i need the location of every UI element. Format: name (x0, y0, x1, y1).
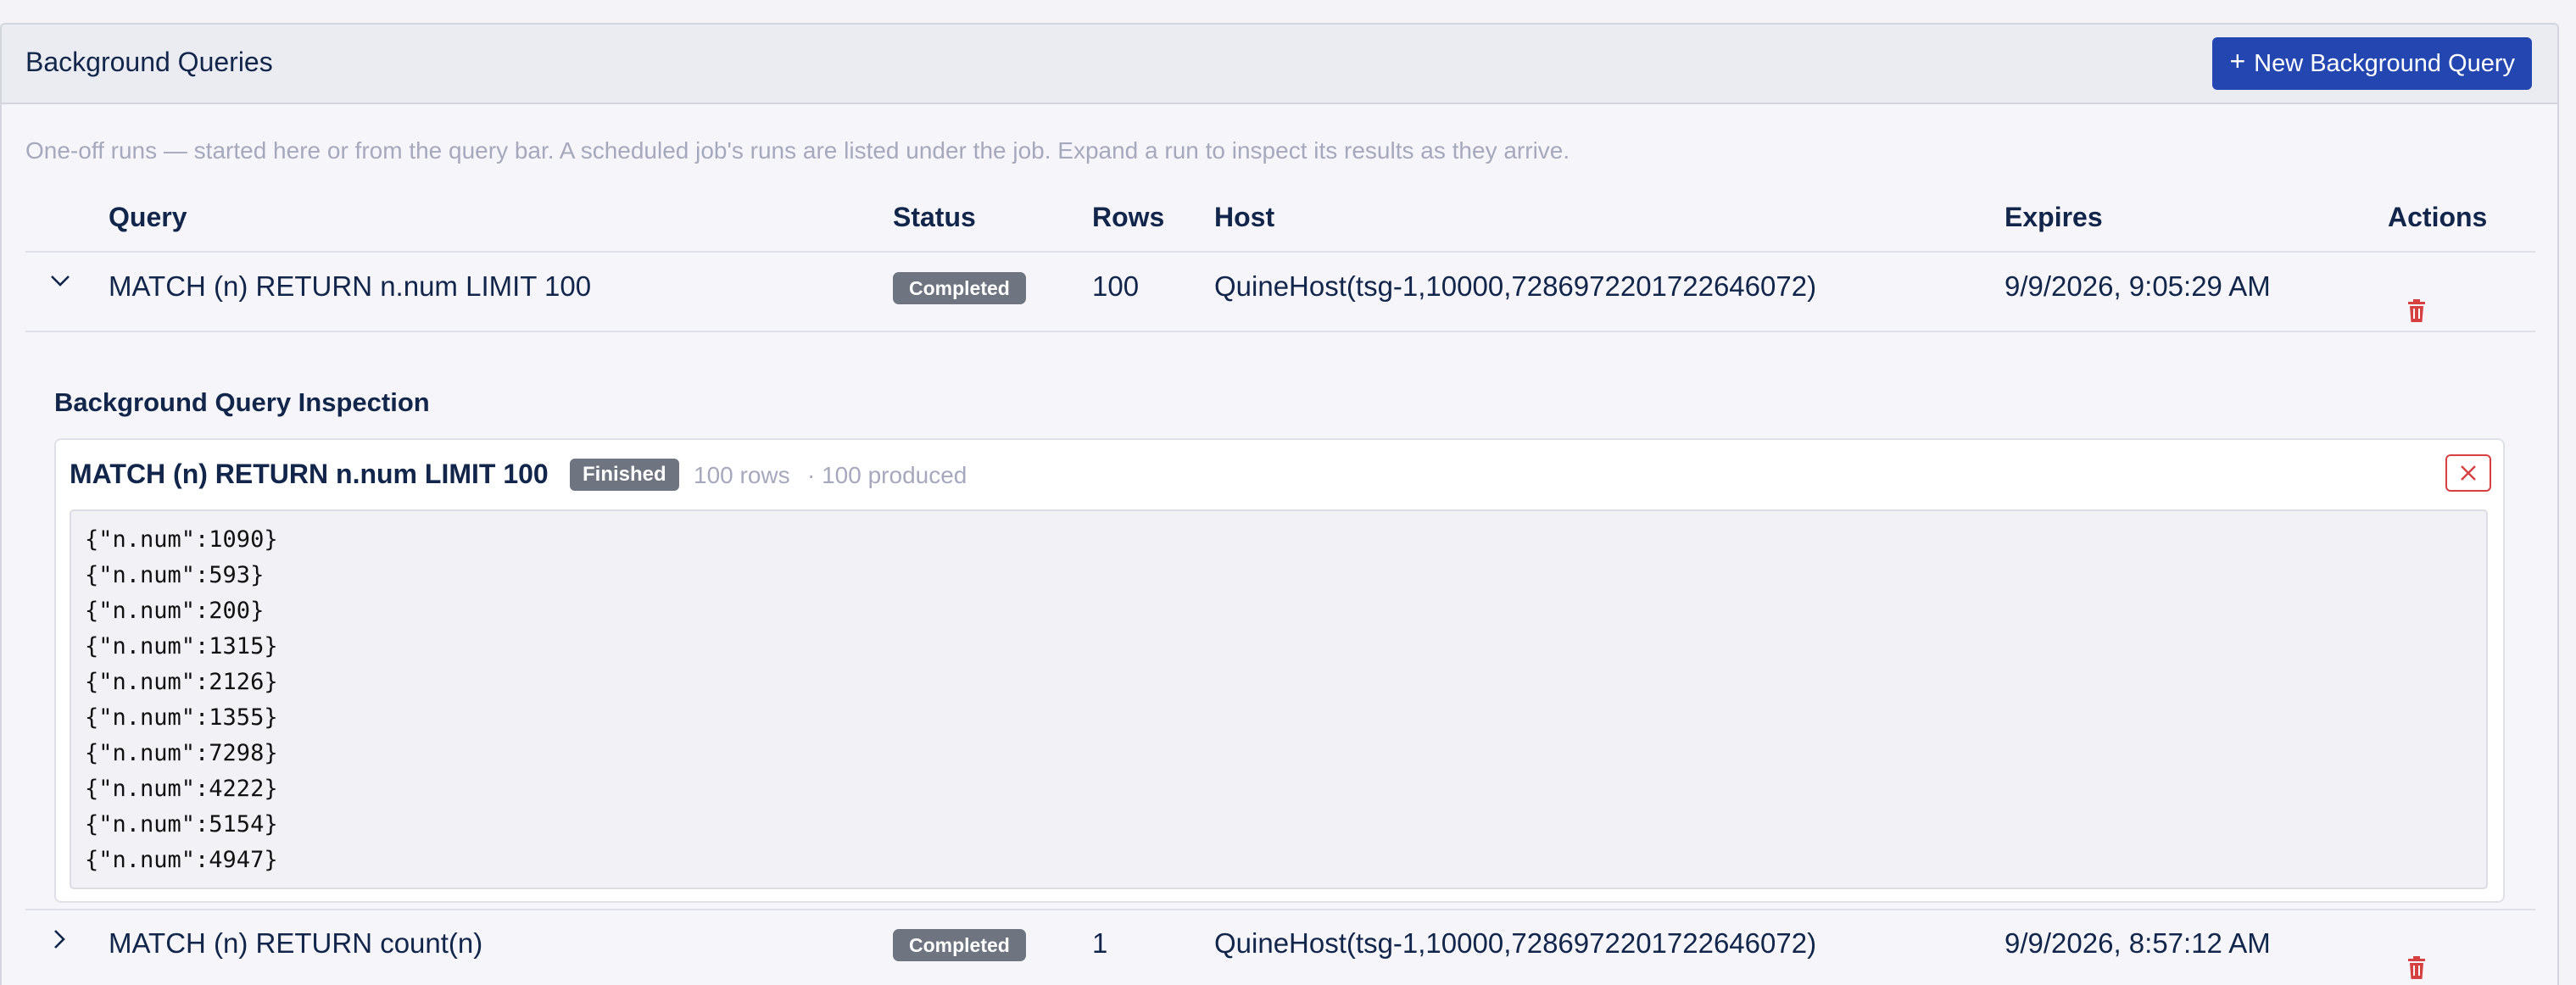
trash-icon[interactable] (2406, 299, 2427, 323)
column-header-expires: Expires (2004, 202, 2103, 232)
header-divider (25, 251, 2535, 253)
row-count: 1 (1092, 927, 1108, 959)
result-line: {"n.num":5154} (85, 811, 278, 838)
result-line: {"n.num":593} (85, 562, 265, 588)
row-divider (25, 909, 2535, 910)
column-header-rows: Rows (1092, 202, 1165, 232)
rows-count-text: 100 rows (694, 462, 790, 488)
status-badge: Completed (893, 929, 1026, 961)
plus-icon: + (2229, 46, 2246, 76)
row-expires: 9/9/2026, 9:05:29 AM (2004, 270, 2271, 302)
row-host: QuineHost(tsg-1,10000,728697220172264607… (1214, 270, 1817, 302)
column-header-query: Query (109, 202, 187, 232)
row-count: 100 (1092, 270, 1140, 302)
inspection-panel: MATCH (n) RETURN n.num LIMIT 100 Finishe… (54, 438, 2505, 903)
description-text: One-off runs — started here or from the … (25, 137, 1570, 164)
column-header-actions: Actions (2388, 202, 2488, 232)
new-background-query-button[interactable]: + New Background Query (2212, 37, 2532, 90)
row-host: QuineHost(tsg-1,10000,728697220172264607… (1214, 927, 1817, 959)
close-icon (2461, 465, 2476, 481)
new-background-query-label: New Background Query (2254, 49, 2515, 77)
result-line: {"n.num":200} (85, 598, 265, 624)
result-line: {"n.num":1090} (85, 526, 278, 553)
column-header-status: Status (893, 202, 976, 232)
page-title: Background Queries (25, 47, 273, 77)
chevron-right-icon[interactable] (47, 927, 73, 953)
result-line: {"n.num":7298} (85, 740, 278, 766)
status-badge: Completed (893, 272, 1026, 304)
row-divider (25, 331, 2535, 332)
column-header-host: Host (1214, 202, 1275, 232)
result-line: {"n.num":1315} (85, 633, 278, 659)
finished-badge: Finished (570, 459, 679, 491)
close-inspection-button[interactable] (2445, 454, 2491, 492)
result-line: {"n.num":2126} (85, 669, 278, 695)
result-line: {"n.num":4222} (85, 776, 278, 802)
results-list[interactable]: {"n.num":1090} {"n.num":593} {"n.num":20… (70, 509, 2488, 889)
row-query: MATCH (n) RETURN n.num LIMIT 100 (109, 270, 592, 302)
card-header: Background Queries + New Background Quer… (2, 25, 2557, 104)
result-line: {"n.num":1355} (85, 704, 278, 731)
background-queries-card: Background Queries + New Background Quer… (0, 23, 2559, 985)
row-query: MATCH (n) RETURN count(n) (109, 927, 483, 959)
chevron-down-icon[interactable] (47, 270, 73, 295)
inspection-title: Background Query Inspection (54, 387, 430, 417)
produced-count-text: · 100 produced (807, 462, 967, 488)
inspection-query: MATCH (n) RETURN n.num LIMIT 100 (70, 459, 549, 489)
result-line: {"n.num":4947} (85, 847, 278, 873)
row-expires: 9/9/2026, 8:57:12 AM (2004, 927, 2271, 959)
trash-icon[interactable] (2406, 956, 2427, 980)
